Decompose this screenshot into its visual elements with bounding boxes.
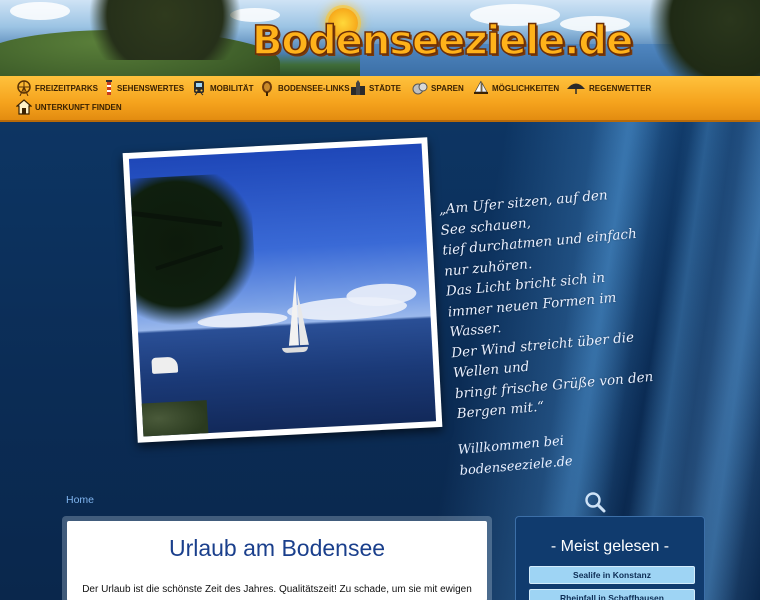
nav-item-label: Städte [369,83,401,93]
nav-item-label: Regenwetter [589,83,652,93]
site-logo[interactable]: Bodenseeziele.de [251,17,634,68]
main-content: Urlaub am Bodensee Der Urlaub ist die sc… [62,516,492,600]
sidebar-title: - Meist gelesen - [550,538,670,555]
sidebar-most-read: - Meist gelesen - Sealife in Konstanz Rh… [515,516,705,600]
lighthouse-icon [104,80,114,96]
nav-item-label: Sparen [431,83,464,93]
hero-photo [122,137,443,443]
nav-item-mobilitaet[interactable]: Mobilität [191,77,254,99]
hero-quote: „Am Ufer sitzen, auf den See schauen, ti… [438,187,654,423]
link-sign-icon [259,80,275,96]
nav-item-label: Mobilität [210,83,254,93]
main-content-card: Urlaub am Bodensee Der Urlaub ist die sc… [67,521,487,600]
photo-shore [136,400,209,437]
lake-sailboat-image [128,143,437,437]
site-header: Bodenseeziele.de [0,0,760,76]
moored-boat [151,356,179,374]
ferris-wheel-icon [16,80,32,97]
nav-item-label: Bodensee-Links [278,83,350,93]
intro-text: Der Urlaub ist die schönste Zeit des Jah… [82,584,472,595]
nav-item-moeglichkeiten[interactable]: Möglichkeiten [473,77,559,99]
nav-item-sparen[interactable]: Sparen [412,77,464,99]
sailboat-icon [473,80,489,96]
nav-item-bodensee-links[interactable]: Bodensee-Links [259,77,350,99]
nav-item-label: Sehenswertes [117,83,185,93]
search-icon[interactable] [584,491,606,513]
sidebar-link-sealife[interactable]: Sealife in Konstanz [529,566,695,584]
sail-icon [285,275,299,346]
photo-tree [128,172,258,330]
main-navigation: Freizeitparks Sehenswertes Mobilität Bod… [0,76,760,122]
nav-item-regenwetter[interactable]: Regenwetter [566,77,651,99]
house-icon [15,99,33,115]
train-icon [191,80,207,96]
boat-hull [282,346,309,354]
nav-item-unterkunft-finden[interactable]: Unterkunft finden [15,96,122,118]
nav-item-label: Freizeitparks [35,83,98,93]
nav-item-staedte[interactable]: Städte [350,77,401,99]
header-cloud [10,2,70,20]
header-tree-right [640,0,760,76]
nav-item-label: Möglichkeiten [492,83,560,93]
sail-icon [297,289,309,346]
city-icon [350,80,366,96]
page-title: Urlaub am Bodensee [168,535,386,561]
coins-icon [412,80,428,96]
header-tree-left [70,0,260,60]
sidebar-link-rheinfall[interactable]: Rheinfall in Schaffhausen [529,589,695,600]
breadcrumb-home[interactable]: Home [66,494,94,506]
umbrella-icon [566,80,586,96]
nav-item-label: Unterkunft finden [35,102,122,112]
